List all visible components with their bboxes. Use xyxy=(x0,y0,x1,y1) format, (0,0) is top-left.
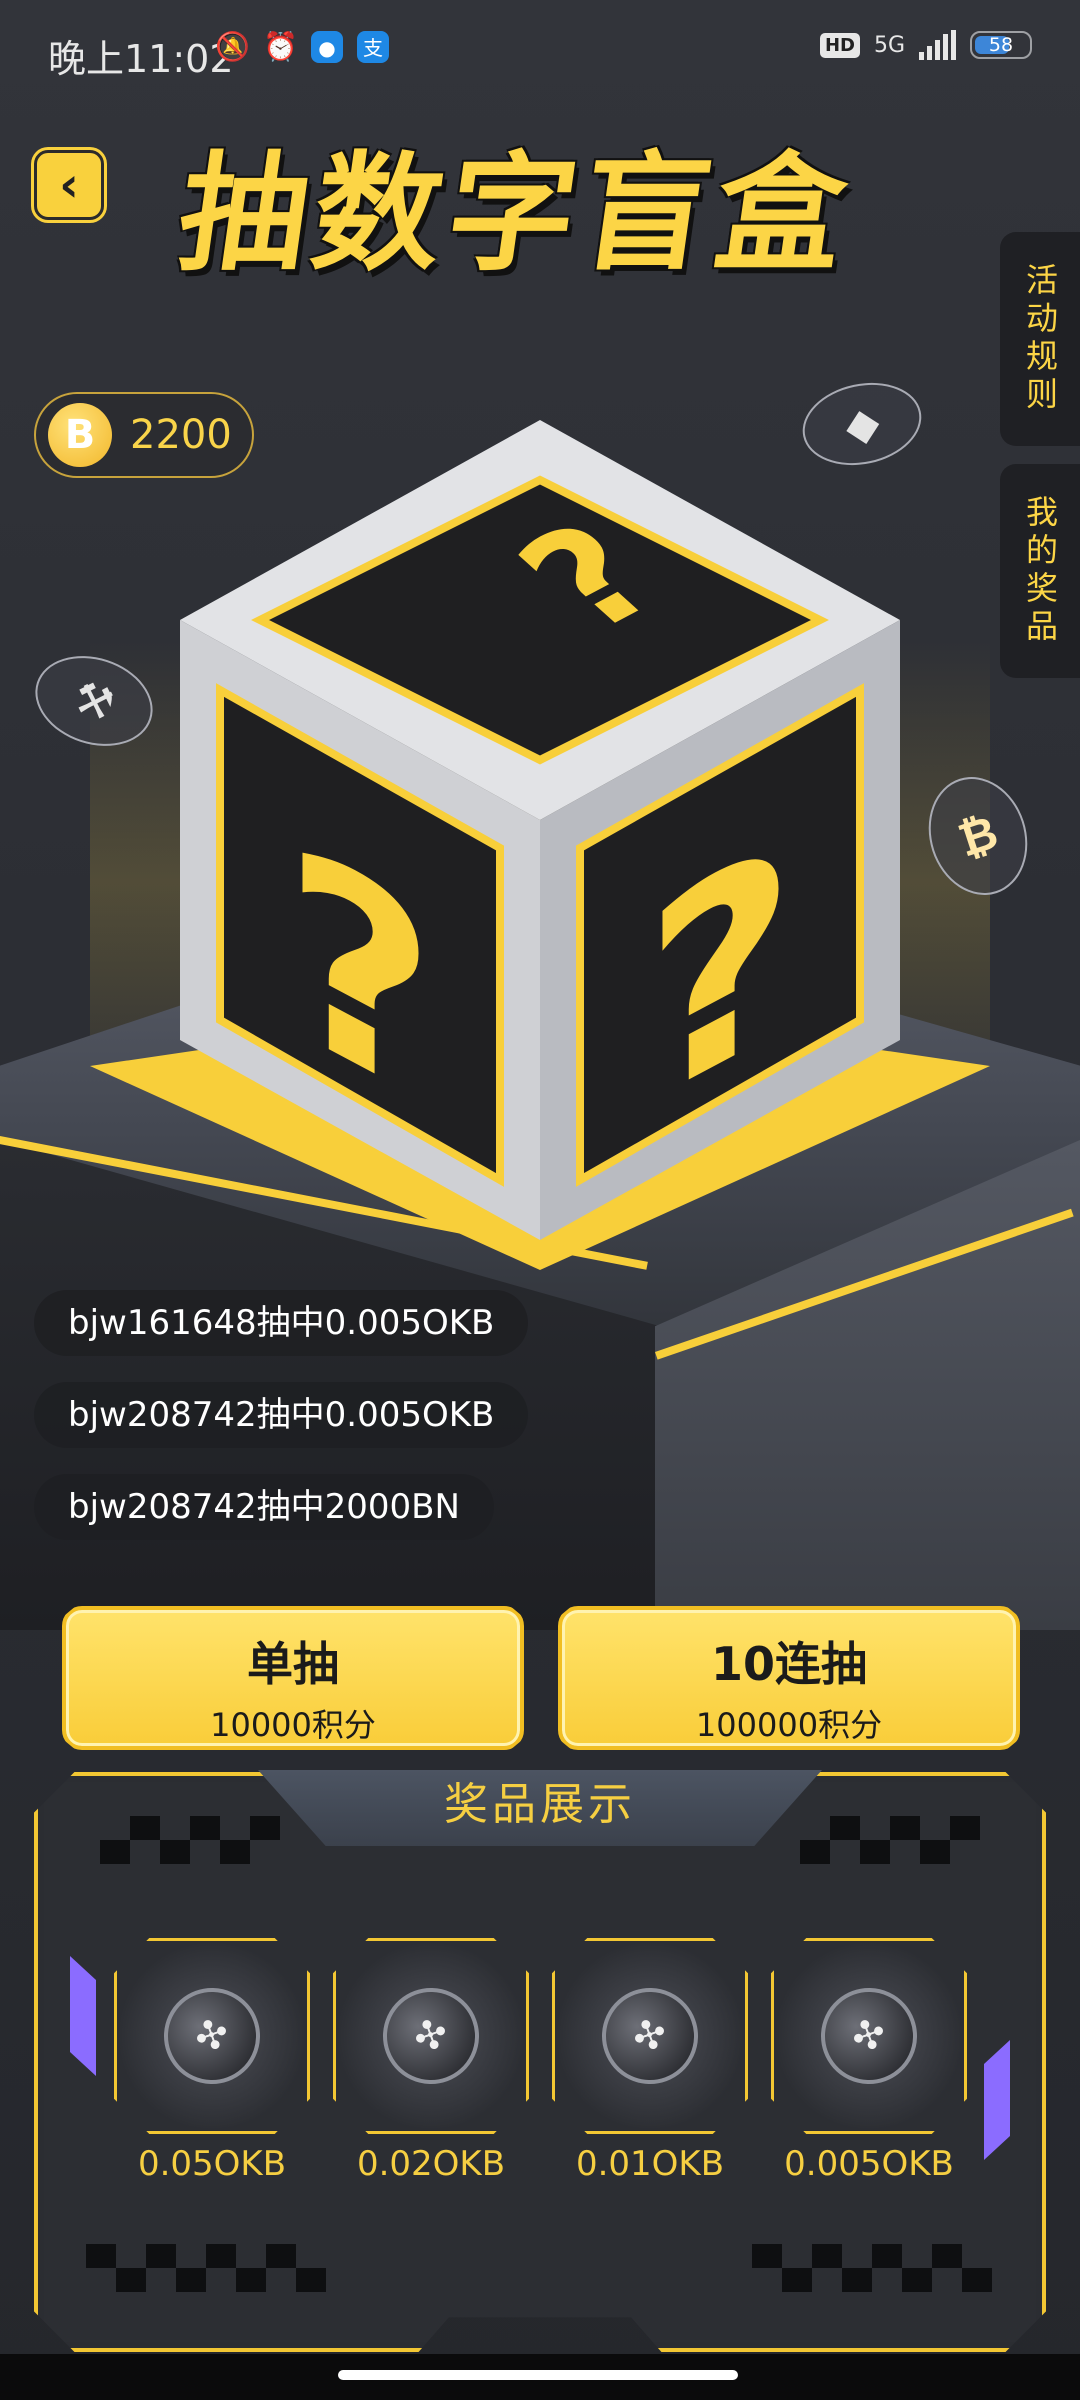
status-bar: 晚上11:02 🔕 ⏰ ● 支 HD 5G 58 xyxy=(0,0,1080,100)
ticker-item: bjw208742抽中0.005OKB xyxy=(34,1382,529,1448)
alarm-icon: ⏰ xyxy=(263,30,298,63)
showcase-title: 奖品展示 xyxy=(258,1770,822,1846)
home-indicator[interactable] xyxy=(338,2370,738,2380)
battery-level: 58 xyxy=(988,34,1014,56)
single-draw-cost: 10000积分 xyxy=(210,1706,376,1744)
okb-coin-icon: ✣ xyxy=(807,1974,931,2098)
prize-card[interactable]: ✣ xyxy=(114,1938,310,2134)
prize-card[interactable]: ✣ xyxy=(333,1938,529,2134)
tab-activity-rules[interactable]: 活动规则 xyxy=(1000,232,1080,446)
prize-card[interactable]: ✣ xyxy=(771,1938,967,2134)
back-button[interactable]: ‹ xyxy=(34,150,104,220)
status-notification-icons: 🔕 ⏰ ● 支 xyxy=(215,30,389,64)
chevron-left-icon: ‹ xyxy=(59,157,79,213)
mystery-box[interactable]: ? ? ? xyxy=(180,420,900,1240)
prize-value: 0.05OKB xyxy=(137,2144,287,2184)
tab-my-prizes[interactable]: 我的奖品 xyxy=(1000,464,1080,678)
page-title: 抽数字盲盒 xyxy=(169,140,861,289)
battery-icon: 58 xyxy=(970,31,1032,59)
okb-coin-icon: ✣ xyxy=(150,1974,274,2098)
status-system-icons: HD 5G 58 xyxy=(819,30,1032,60)
okb-coin-icon: ✣ xyxy=(369,1974,493,2098)
ten-draw-label: 10连抽 xyxy=(710,1637,867,1691)
alipay-notification-icon: 支 xyxy=(357,31,389,63)
checker-decoration xyxy=(86,2244,326,2292)
ticker-item: bjw161648抽中0.005OKB xyxy=(34,1290,529,1356)
mystery-box-cube: ? ? ? xyxy=(180,420,900,1240)
ticker-item: bjw208742抽中2000BN xyxy=(34,1474,494,1540)
bitcoin-coin-icon: B xyxy=(48,403,112,467)
signal-icon xyxy=(919,30,956,60)
ten-draw-cost: 100000积分 xyxy=(695,1706,883,1744)
network-type: 5G xyxy=(873,32,905,58)
mute-icon: 🔕 xyxy=(215,30,250,63)
checker-decoration xyxy=(752,2244,992,2292)
prize-value: 0.02OKB xyxy=(356,2144,506,2184)
single-draw-label: 单抽 xyxy=(247,1637,339,1691)
prize-value: 0.005OKB xyxy=(784,2144,954,2184)
hd-icon: HD xyxy=(819,32,860,58)
okb-coin-icon: ✣ xyxy=(588,1974,712,2098)
checker-decoration xyxy=(100,1816,280,1864)
status-time: 晚上11:02 xyxy=(48,37,234,81)
prize-card[interactable]: ✣ xyxy=(552,1938,748,2134)
prize-value: 0.01OKB xyxy=(575,2144,725,2184)
ten-draw-button[interactable]: 10连抽 100000积分 xyxy=(558,1606,1020,1750)
app-notification-icon: ● xyxy=(311,31,343,63)
checker-decoration xyxy=(800,1816,980,1864)
single-draw-button[interactable]: 单抽 10000积分 xyxy=(62,1606,524,1750)
